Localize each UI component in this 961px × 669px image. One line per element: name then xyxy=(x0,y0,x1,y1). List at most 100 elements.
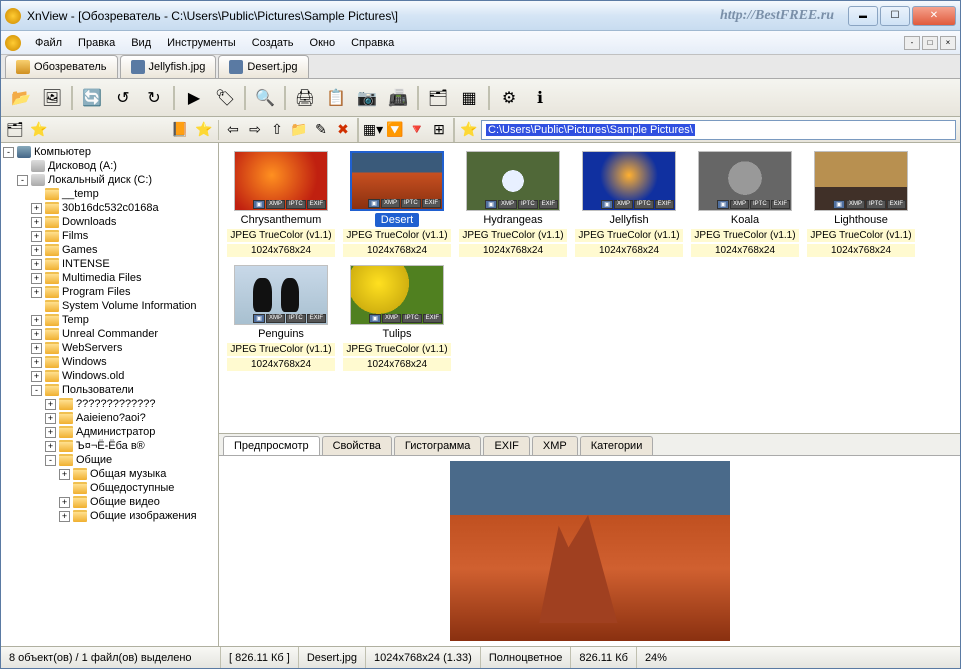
expand-icon[interactable]: + xyxy=(31,259,42,270)
preview-tab-предпросмотр[interactable]: Предпросмотр xyxy=(223,436,320,455)
minimize-button[interactable] xyxy=(848,6,878,26)
convert-button[interactable]: 🗂 xyxy=(424,84,452,112)
preview-tab-гистограмма[interactable]: Гистограмма xyxy=(394,436,482,455)
menu-правка[interactable]: Правка xyxy=(70,34,123,52)
categories-icon[interactable]: 📙 xyxy=(170,120,190,140)
tree-item[interactable]: +Общие видео xyxy=(3,495,216,509)
open-button[interactable]: 📂 xyxy=(7,84,35,112)
tree-item[interactable]: +Temp xyxy=(3,313,216,327)
thumbnail-grid[interactable]: ▣XMPIPTCEXIFChrysanthemumJPEG TrueColor … xyxy=(219,143,960,433)
back-button[interactable]: ⇦ xyxy=(223,120,243,140)
tree-item[interactable]: +30b16dc532c0168a xyxy=(3,201,216,215)
refresh-button[interactable]: 🔄 xyxy=(78,84,106,112)
preview-tab-xmp[interactable]: XMP xyxy=(532,436,578,455)
delete-button[interactable]: ✖ xyxy=(333,120,353,140)
expand-icon[interactable]: + xyxy=(31,329,42,340)
expand-icon[interactable]: - xyxy=(31,385,42,396)
tree-item[interactable]: +WebServers xyxy=(3,341,216,355)
expand-icon[interactable]: + xyxy=(31,287,42,298)
tree-item[interactable]: +Unreal Commander xyxy=(3,327,216,341)
tree-item[interactable]: +Films xyxy=(3,229,216,243)
tree-item[interactable]: +Общие изображения xyxy=(3,509,216,523)
fullscreen-button[interactable]: 🖼 xyxy=(38,84,66,112)
tree-item[interactable]: -Пользователи xyxy=(3,383,216,397)
tree-item[interactable]: +????????????? xyxy=(3,397,216,411)
preview-tab-категории[interactable]: Категории xyxy=(580,436,654,455)
tree-item[interactable]: +Aaieieno?aoi? xyxy=(3,411,216,425)
expand-icon[interactable]: + xyxy=(31,203,42,214)
copy-button[interactable]: 📋 xyxy=(322,84,350,112)
thumbnail-hydrangeas[interactable]: ▣XMPIPTCEXIFHydrangeasJPEG TrueColor (v1… xyxy=(459,151,567,257)
tree-item[interactable]: System Volume Information xyxy=(3,299,216,313)
folders-icon[interactable]: 🗂 xyxy=(5,120,25,140)
expand-icon[interactable]: + xyxy=(31,343,42,354)
layout-button[interactable]: ⊞ xyxy=(429,120,449,140)
tree-item[interactable]: Дисковод (A:) xyxy=(3,159,216,173)
search-button[interactable]: 🔍 xyxy=(251,84,279,112)
up-button[interactable]: ⇧ xyxy=(267,120,287,140)
expand-icon[interactable]: + xyxy=(45,427,56,438)
mdi-close-button[interactable]: × xyxy=(940,36,956,50)
panels-button[interactable]: ▦ xyxy=(455,84,483,112)
camera-button[interactable]: 📷 xyxy=(353,84,381,112)
tree-item[interactable]: +Общая музыка xyxy=(3,467,216,481)
mdi-restore-button[interactable]: □ xyxy=(922,36,938,50)
expand-icon[interactable]: + xyxy=(59,469,70,480)
menu-инструменты[interactable]: Инструменты xyxy=(159,34,244,52)
expand-icon[interactable]: + xyxy=(45,413,56,424)
rotate-left-button[interactable]: ↺ xyxy=(109,84,137,112)
sort-button[interactable]: 🔽 xyxy=(385,120,405,140)
menu-вид[interactable]: Вид xyxy=(123,34,159,52)
thumbnail-koala[interactable]: ▣XMPIPTCEXIFKoalaJPEG TrueColor (v1.1)10… xyxy=(691,151,799,257)
rotate-right-button[interactable]: ↻ xyxy=(140,84,168,112)
preview-tab-свойства[interactable]: Свойства xyxy=(322,436,392,455)
tree-item[interactable]: __temp xyxy=(3,187,216,201)
thumbnail-chrysanthemum[interactable]: ▣XMPIPTCEXIFChrysanthemumJPEG TrueColor … xyxy=(227,151,335,257)
expand-icon[interactable]: + xyxy=(31,217,42,228)
titlebar[interactable]: XnView - [Обозреватель - C:\Users\Public… xyxy=(1,1,960,31)
tree-item[interactable]: -Локальный диск (C:) xyxy=(3,173,216,187)
folder-tree[interactable]: -КомпьютерДисковод (A:)-Локальный диск (… xyxy=(1,143,219,646)
close-button[interactable] xyxy=(912,6,956,26)
collapse-icon[interactable]: - xyxy=(3,147,14,158)
thumbnail-desert[interactable]: ▣XMPIPTCEXIFDesertJPEG TrueColor (v1.1)1… xyxy=(343,151,451,257)
player-button[interactable]: ▶ xyxy=(180,84,208,112)
thumbnail-tulips[interactable]: ▣XMPIPTCEXIFTulipsJPEG TrueColor (v1.1)1… xyxy=(343,265,451,371)
expand-icon[interactable]: + xyxy=(45,399,56,410)
expand-icon[interactable]: - xyxy=(17,175,28,186)
tab-обозреватель[interactable]: Обозреватель xyxy=(5,55,118,78)
tree-item[interactable]: +Ъ¤¬Ё-Ёба в® xyxy=(3,439,216,453)
tree-item[interactable]: +Downloads xyxy=(3,215,216,229)
tree-item[interactable]: +Multimedia Files xyxy=(3,271,216,285)
favorites-icon[interactable]: ⭐ xyxy=(29,120,49,140)
tree-item[interactable]: +Games xyxy=(3,243,216,257)
expand-icon[interactable]: + xyxy=(59,497,70,508)
view-mode-button[interactable]: ▦▾ xyxy=(363,120,383,140)
menu-создать[interactable]: Создать xyxy=(244,34,302,52)
star-icon[interactable]: ⭐ xyxy=(194,120,214,140)
expand-icon[interactable]: + xyxy=(31,273,42,284)
forward-button[interactable]: ⇨ xyxy=(245,120,265,140)
new-folder-button[interactable]: 📁 xyxy=(289,120,309,140)
expand-icon[interactable]: + xyxy=(31,371,42,382)
preview-tab-exif[interactable]: EXIF xyxy=(483,436,529,455)
tree-item[interactable]: +INTENSE xyxy=(3,257,216,271)
mdi-minimize-button[interactable]: - xyxy=(904,36,920,50)
maximize-button[interactable] xyxy=(880,6,910,26)
menu-файл[interactable]: Файл xyxy=(27,34,70,52)
tree-item[interactable]: +Program Files xyxy=(3,285,216,299)
thumbnail-penguins[interactable]: ▣XMPIPTCEXIFPenguinsJPEG TrueColor (v1.1… xyxy=(227,265,335,371)
tree-item[interactable]: +Windows xyxy=(3,355,216,369)
menu-окно[interactable]: Окно xyxy=(302,34,344,52)
rename-button[interactable]: ✎ xyxy=(311,120,331,140)
tree-item[interactable]: -Общие xyxy=(3,453,216,467)
expand-icon[interactable]: + xyxy=(31,357,42,368)
settings-button[interactable]: ⚙ xyxy=(495,84,523,112)
tree-item[interactable]: +Администратор xyxy=(3,425,216,439)
tab-jellyfish-jpg[interactable]: Jellyfish.jpg xyxy=(120,55,217,78)
print-button[interactable]: 🖨 xyxy=(291,84,319,112)
expand-icon[interactable]: + xyxy=(59,511,70,522)
favorite-button[interactable]: ⭐ xyxy=(459,120,479,140)
tree-item[interactable]: +Windows.old xyxy=(3,369,216,383)
expand-icon[interactable]: + xyxy=(31,315,42,326)
